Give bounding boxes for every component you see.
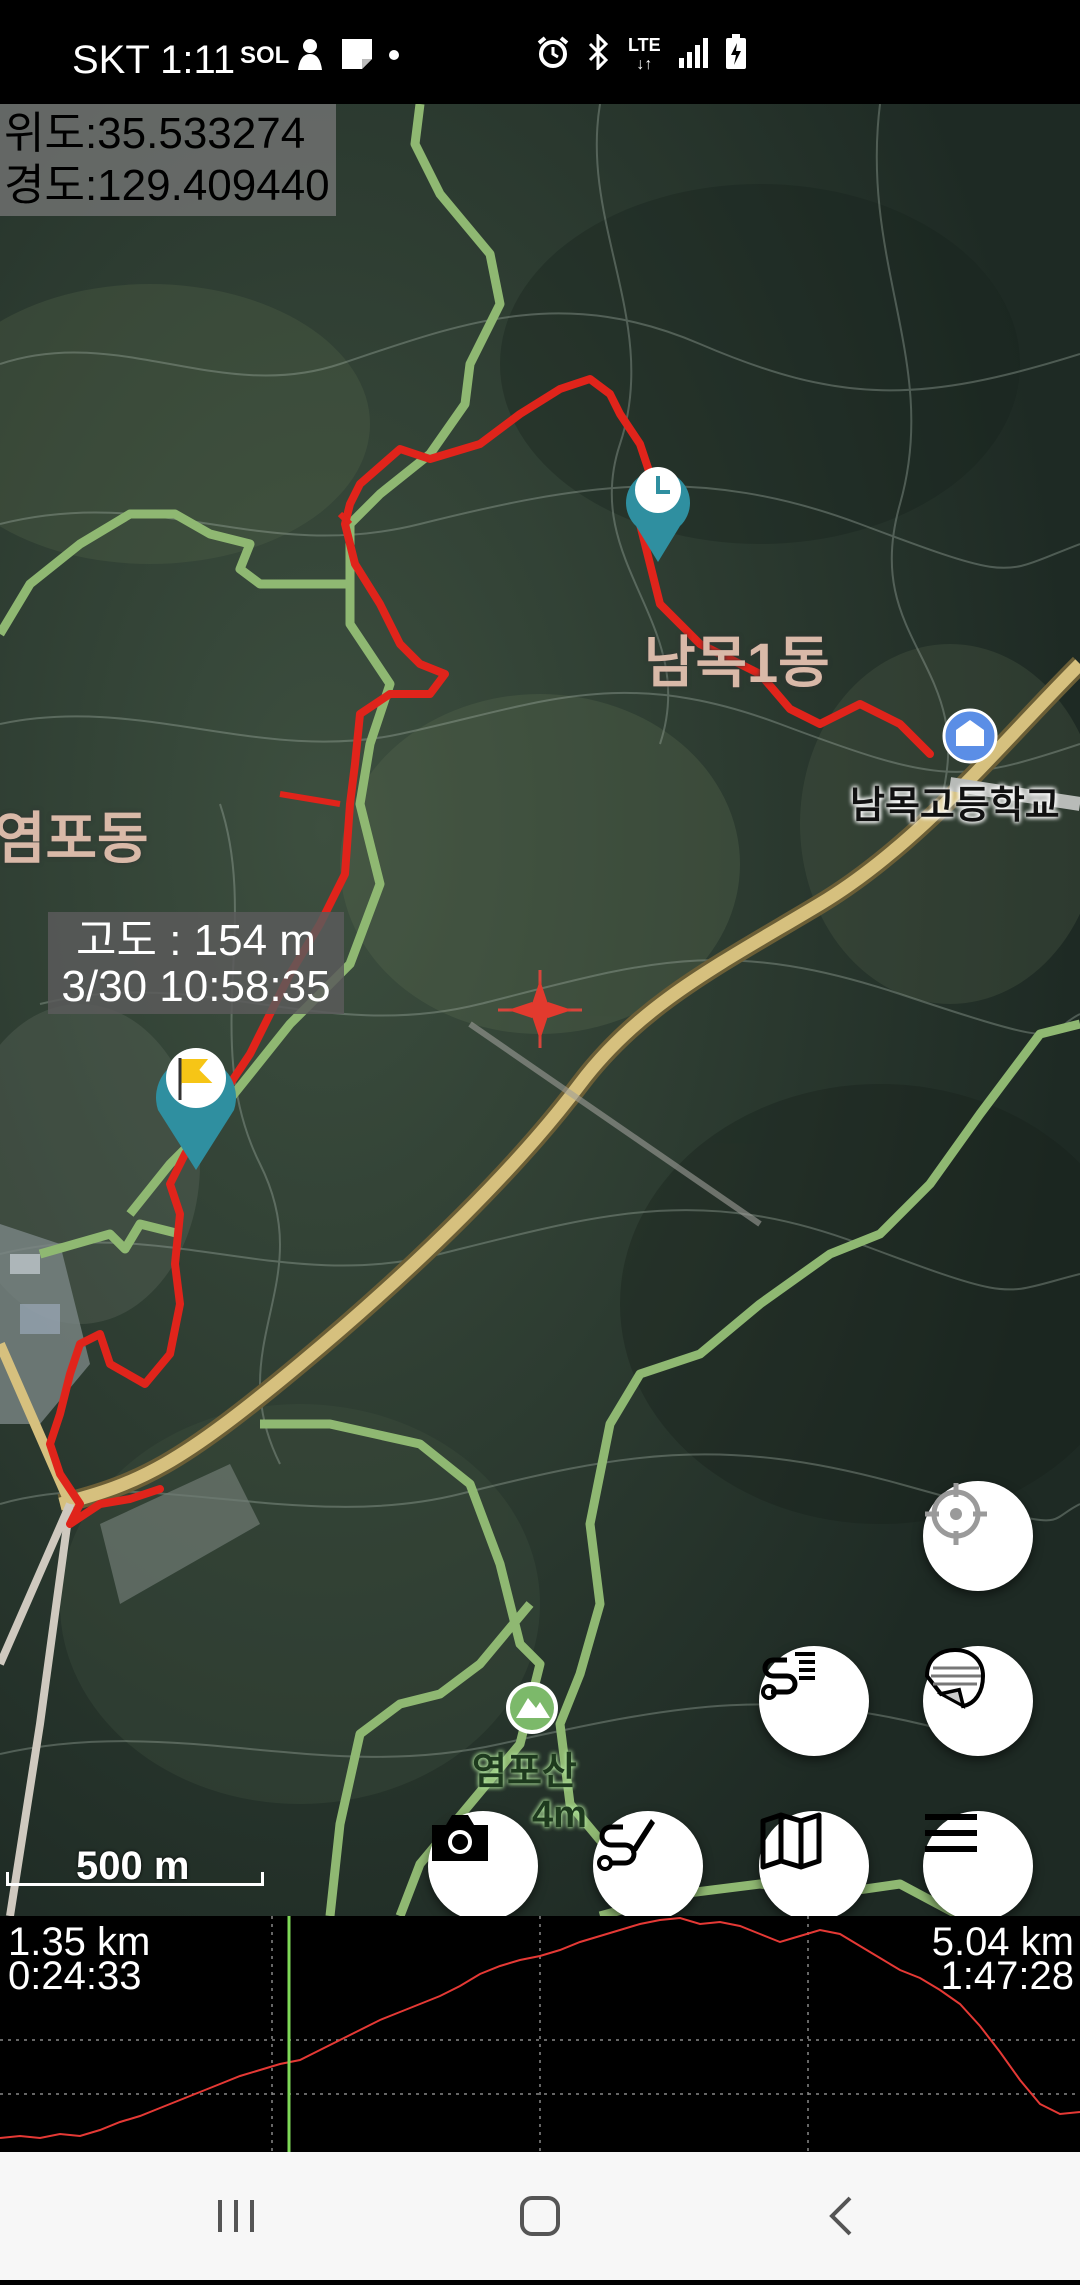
map-icon — [760, 1812, 822, 1870]
scale-bar: 500 m — [6, 1844, 266, 1890]
left-time: 0:24:33 — [8, 1954, 142, 1998]
recent-apps-icon[interactable] — [200, 2182, 280, 2252]
crosshair-icon — [925, 1483, 987, 1545]
satellite-map[interactable]: 위도:35.533274 경도:129.409440 남목1동 염포동 남목고등… — [0, 104, 1080, 1916]
elevation-profile[interactable]: 1.35 km 0:24:33 5.04 km 1:47:28 — [0, 1916, 1080, 2152]
track-list-button[interactable] — [759, 1646, 869, 1756]
school-label: 남목고등학교 — [850, 785, 1060, 827]
area-label-nammok1dong: 남목1동 — [644, 631, 830, 694]
status-bar: SKT 1:11 SOL LTE ↓↑ — [0, 0, 1080, 104]
mountain-label: 염포산 — [472, 1751, 577, 1793]
coordinate-readout: 위도:35.533274 경도:129.409440 — [0, 104, 336, 216]
track-list-icon — [761, 1652, 815, 1700]
school-poi-icon — [942, 708, 998, 764]
elevation-graph — [0, 1916, 1080, 2152]
home-icon[interactable] — [500, 2182, 580, 2252]
profile-grid — [0, 1916, 1080, 2152]
dot-icon — [388, 48, 400, 66]
system-icons: LTE ↓↑ — [536, 32, 747, 75]
camera-icon — [432, 1815, 488, 1861]
track-edit-icon — [597, 1819, 655, 1871]
menu-button[interactable] — [923, 1811, 1033, 1916]
battery-charging-icon — [725, 34, 747, 75]
note-icon — [340, 37, 374, 76]
back-icon[interactable] — [800, 2182, 880, 2252]
scale-line — [6, 1872, 264, 1886]
right-time: 1:47:28 — [940, 1954, 1074, 1998]
locate-button[interactable] — [923, 1481, 1033, 1591]
track-edit-button[interactable] — [593, 1811, 703, 1916]
alarm-icon — [536, 35, 570, 74]
signal-icon — [677, 36, 709, 73]
map-button[interactable] — [759, 1811, 869, 1916]
nav-buttons — [200, 2182, 880, 2252]
waypoint-tooltip: 고도 : 154 m 3/30 10:58:35 — [48, 912, 344, 1014]
area-label-yeompodong: 염포동 — [0, 807, 149, 870]
altitude-text: 고도 : 154 m — [76, 916, 316, 965]
layer-icon — [924, 1647, 986, 1709]
latitude-text: 위도:35.533274 — [4, 109, 306, 158]
system-nav-bar — [0, 2152, 1080, 2280]
carrier-time: SKT 1:11 — [72, 38, 236, 82]
bluetooth-icon — [586, 32, 612, 75]
animal-app-icon — [294, 36, 326, 77]
mountain-poi-icon — [506, 1682, 558, 1734]
shinhan-sol-bank-icon: SOL — [240, 41, 290, 69]
lte-icon: LTE ↓↑ — [628, 34, 661, 73]
notification-icons: SOL — [240, 36, 400, 77]
menu-icon — [925, 1814, 977, 1852]
layer-button[interactable] — [923, 1646, 1033, 1756]
longitude-text: 경도:129.409440 — [4, 161, 330, 210]
datetime-text: 3/30 10:58:35 — [61, 962, 331, 1011]
mountain-height-label: 4m — [532, 1794, 587, 1836]
camera-button[interactable] — [428, 1811, 538, 1916]
